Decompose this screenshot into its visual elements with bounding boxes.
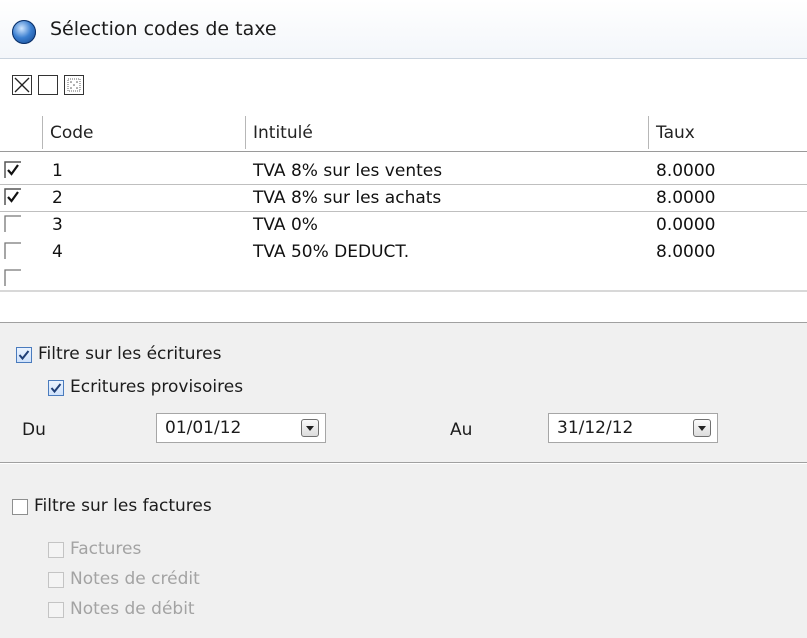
provisional-entries-checkbox[interactable] [48, 380, 64, 396]
select-all-button[interactable] [12, 75, 32, 95]
date-to-label: Au [450, 420, 473, 440]
window-title: Sélection codes de taxe [50, 18, 277, 40]
table-row-partial[interactable] [0, 266, 807, 290]
cell-rate: 8.0000 [656, 242, 716, 262]
row-checkbox[interactable] [4, 215, 22, 233]
column-separator[interactable] [42, 116, 43, 149]
cell-code: 2 [52, 188, 63, 208]
dotted-box-icon [67, 78, 81, 92]
invoices-option-label: Factures [70, 539, 142, 559]
chevron-down-icon [698, 426, 706, 431]
date-from-dropdown-button[interactable] [301, 419, 319, 437]
row-checkbox[interactable] [4, 269, 22, 287]
tax-code-grid[interactable]: 1 TVA 8% sur les ventes 8.0000 2 TVA 8% … [0, 152, 807, 290]
empty-box-icon [39, 76, 57, 94]
unchecked-box-icon [4, 215, 21, 232]
invoices-filter-checkbox[interactable] [12, 499, 28, 515]
unchecked-box-icon [4, 242, 21, 259]
column-header-rate[interactable]: Taux [656, 123, 695, 143]
cell-rate: 8.0000 [656, 161, 716, 181]
column-separator[interactable] [245, 116, 246, 149]
table-row[interactable]: 1 TVA 8% sur les ventes 8.0000 [0, 158, 807, 185]
cell-code: 3 [52, 215, 63, 235]
date-to-dropdown-button[interactable] [693, 419, 711, 437]
invert-selection-button[interactable] [64, 75, 84, 95]
checkmark-icon [50, 383, 62, 394]
table-row[interactable]: 3 TVA 0% 0.0000 [0, 212, 807, 238]
row-checkbox[interactable] [4, 161, 22, 179]
window-bottom-edge [0, 290, 807, 292]
table-row[interactable]: 2 TVA 8% sur les achats 8.0000 [0, 185, 807, 212]
app-orb-icon [12, 20, 36, 44]
cell-label: TVA 8% sur les achats [253, 188, 442, 208]
cell-code: 1 [52, 161, 63, 181]
checked-box-icon [4, 188, 21, 205]
cell-label: TVA 50% DEDUCT. [253, 242, 410, 262]
section-divider-highlight [0, 463, 807, 464]
row-checkbox[interactable] [4, 242, 22, 260]
column-separator[interactable] [648, 116, 649, 149]
unchecked-box-icon [4, 269, 21, 286]
row-checkbox[interactable] [4, 188, 22, 206]
toolbar [0, 59, 807, 109]
table-row[interactable]: 4 TVA 50% DEDUCT. 8.0000 [0, 239, 807, 265]
cell-code: 4 [52, 242, 63, 262]
invoices-filter-label[interactable]: Filtre sur les factures [34, 496, 212, 516]
checked-box-icon [4, 161, 21, 178]
cell-rate: 8.0000 [656, 188, 716, 208]
date-from-picker[interactable]: 01/01/12 [156, 413, 326, 443]
entries-filter-checkbox[interactable] [16, 347, 32, 363]
checkmark-icon [18, 350, 30, 361]
debit-notes-option-label: Notes de débit [70, 599, 195, 619]
column-header-code[interactable]: Code [50, 123, 94, 143]
credit-notes-option-label: Notes de crédit [70, 569, 200, 589]
debit-notes-checkbox [48, 602, 64, 618]
title-bar: Sélection codes de taxe [0, 0, 807, 59]
column-header-label[interactable]: Intitulé [253, 123, 313, 143]
cell-label: TVA 8% sur les ventes [253, 161, 443, 181]
select-none-button[interactable] [38, 75, 58, 95]
entries-filter-label[interactable]: Filtre sur les écritures [38, 344, 222, 364]
cell-label: TVA 0% [253, 215, 318, 235]
chevron-down-icon [306, 426, 314, 431]
date-from-value: 01/01/12 [165, 418, 242, 438]
cell-rate: 0.0000 [656, 215, 716, 235]
date-to-value: 31/12/12 [557, 418, 634, 438]
x-box-icon [14, 77, 30, 93]
date-to-picker[interactable]: 31/12/12 [548, 413, 718, 443]
date-from-label: Du [22, 420, 46, 440]
credit-notes-checkbox [48, 572, 64, 588]
grid-header: Code Intitulé Taux [0, 109, 807, 152]
filter-panel: Filtre sur les écritures Ecritures provi… [0, 322, 807, 638]
provisional-entries-label[interactable]: Ecritures provisoires [70, 377, 243, 397]
invoices-checkbox [48, 542, 64, 558]
